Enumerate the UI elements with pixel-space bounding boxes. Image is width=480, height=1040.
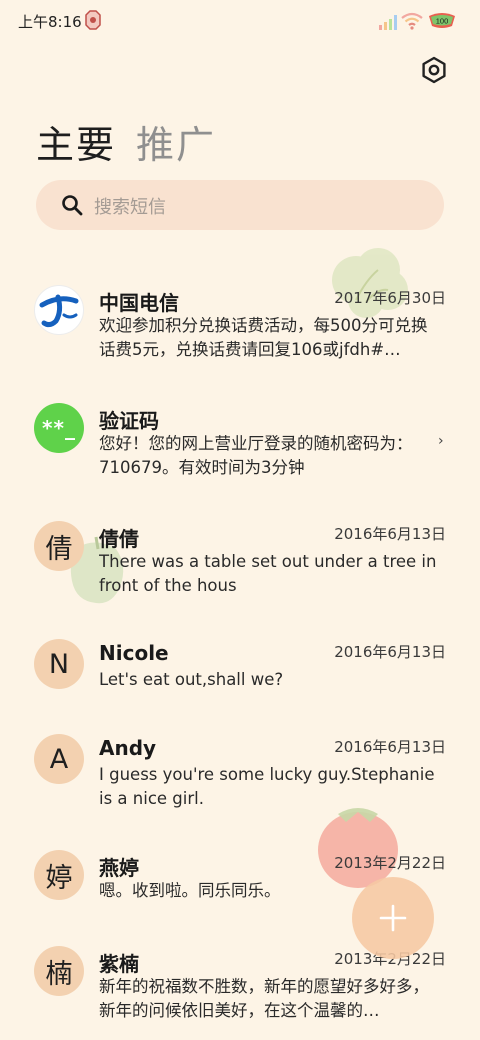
search-placeholder: 搜索短信	[94, 197, 166, 218]
message-date: 2016年6月13日	[334, 738, 446, 756]
message-date: 2013年2月22日	[334, 854, 446, 872]
settings-button[interactable]	[419, 55, 449, 85]
message-preview: I guess you're some lucky guy.Stephanie …	[99, 765, 435, 808]
gear-icon	[422, 56, 446, 84]
conversation-item[interactable]: N Nicole 2016年6月13日 Let's eat out,shall …	[0, 637, 480, 717]
message-date: 2016年6月13日	[334, 525, 446, 543]
message-preview: 欢迎参加积分兑换话费活动，每500分可兑换话费5元，兑换话费请回复106或jfd…	[99, 316, 428, 359]
conversation-item[interactable]: 楠 紫楠 2013年2月22日 新年的祝福数不胜数，新年的愿望好多好多，新年的问…	[0, 944, 480, 1040]
tab-promo[interactable]: 推广	[136, 114, 216, 169]
avatar	[34, 285, 84, 335]
message-date: 2016年6月13日	[334, 643, 446, 661]
search-bar[interactable]: 搜索短信	[36, 180, 444, 230]
sender-name: Nicole	[99, 641, 169, 665]
message-preview: 新年的祝福数不胜数，新年的愿望好多好多，新年的问候依旧美好，在这个温馨的…	[99, 977, 429, 1020]
conversation-item[interactable]: 倩 倩倩 2016年6月13日 There was a table set ou…	[0, 519, 480, 619]
sender-name: 验证码	[99, 409, 159, 433]
sender-name: 中国电信	[99, 291, 179, 315]
message-preview: Let's eat out,shall we?	[99, 670, 284, 689]
china-telecom-logo-icon	[39, 294, 79, 328]
signal-icon	[379, 15, 397, 30]
wifi-icon	[401, 12, 423, 30]
avatar: 婷	[34, 850, 84, 900]
avatar: N	[34, 639, 84, 689]
tab-main[interactable]: 主要	[36, 114, 116, 169]
plus-icon	[379, 904, 407, 932]
message-preview: There was a table set out under a tree i…	[99, 552, 437, 595]
app-notification-icon	[85, 10, 101, 30]
avatar: 楠	[34, 946, 84, 996]
battery-level: 100	[436, 17, 449, 26]
battery-icon: 100	[429, 13, 455, 28]
chevron-right-icon: ›	[438, 433, 444, 449]
avatar: A	[34, 734, 84, 784]
new-message-button[interactable]	[352, 877, 434, 959]
message-date: 2017年6月30日	[334, 289, 446, 307]
avatar: **_	[34, 403, 84, 453]
message-preview: 您好！您的网上营业厅登录的随机密码为：710679。有效时间为3分钟	[99, 434, 413, 477]
search-icon	[62, 195, 83, 216]
sender-name: 紫楠	[99, 952, 139, 976]
sender-name: 燕婷	[99, 856, 139, 880]
status-bar: 上午8:16 100	[0, 0, 480, 44]
sender-name: 倩倩	[99, 527, 139, 551]
status-time: 上午8:16	[18, 13, 82, 31]
conversation-item[interactable]: 中国电信 2017年6月30日 欢迎参加积分兑换话费活动，每500分可兑换话费5…	[0, 283, 480, 383]
avatar: 倩	[34, 521, 84, 571]
sender-name: Andy	[99, 736, 157, 760]
conversation-item[interactable]: A Andy 2016年6月13日 I guess you're some lu…	[0, 732, 480, 832]
conversation-item[interactable]: **_ 验证码 › 您好！您的网上营业厅登录的随机密码为：710679。有效时间…	[0, 401, 480, 501]
